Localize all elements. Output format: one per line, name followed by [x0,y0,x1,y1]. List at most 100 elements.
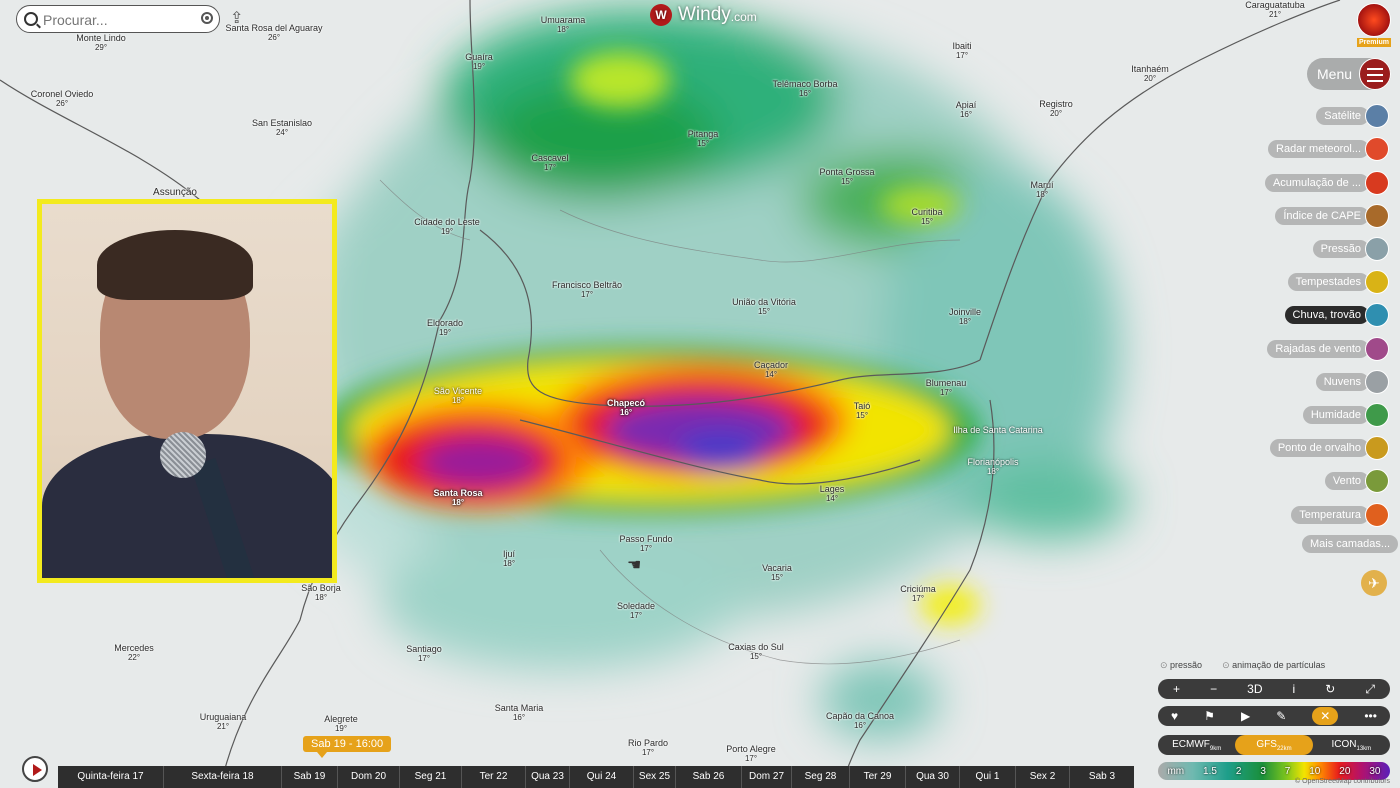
city-label[interactable]: Ijuí 18° [503,549,515,569]
pressure-toggle[interactable]: pressão [1160,660,1202,671]
fullscreen-icon[interactable]: ⤢ [1365,682,1375,697]
layer-pressure[interactable]: Pressão [1312,236,1389,262]
city-label[interactable]: Ibaiti 17° [952,41,971,61]
3d-button[interactable]: 3D [1247,682,1262,696]
city-label[interactable]: Pitanga 15° [688,129,719,149]
city-label[interactable]: Lages 14° [820,484,845,504]
zoom-out-button[interactable]: − [1210,682,1217,696]
city-label[interactable]: Blumenau 17° [926,378,967,398]
city-label[interactable]: Rio Pardo 17° [628,738,668,758]
heart-icon[interactable]: ♥ [1171,709,1178,723]
city-label[interactable]: São Borja 18° [301,583,341,603]
layer-humidity[interactable]: Humidade [1302,402,1389,428]
city-label[interactable]: Criciúma 17° [900,584,936,604]
upload-icon[interactable]: ⇪ [230,8,243,28]
city-label[interactable]: Santa Rosa 18° [433,488,482,508]
city-label[interactable]: San Estanislao 24° [252,118,312,138]
city-label[interactable]: Cidade do Leste 19° [414,217,480,237]
windy-logo[interactable]: W Windy .com [650,4,757,26]
timeline-day[interactable]: Seg 28 [792,766,850,788]
city-label[interactable]: Curitiba 15° [911,207,942,227]
city-label[interactable]: Joinville 18° [949,307,981,327]
city-label[interactable]: Taió 15° [854,401,871,421]
zoom-in-button[interactable]: + [1173,682,1180,696]
menu-button[interactable]: Menu [1307,58,1391,90]
city-label[interactable]: Vacaria 15° [762,563,792,583]
city-label[interactable]: Maruí 18° [1030,180,1053,200]
city-label[interactable]: Apiaí 16° [956,100,977,120]
timeline-day[interactable]: Qua 23 [526,766,570,788]
city-label[interactable]: Ilha de Santa Catarina [953,425,1043,435]
city-label[interactable]: Coronel Oviedo 26° [31,89,94,109]
timeline-day[interactable]: Sab 19 [282,766,338,788]
city-label[interactable]: Alegrete 19° [324,714,358,734]
refresh-icon[interactable]: ↻ [1325,682,1335,696]
timeline-day[interactable]: Sexta-feira 18 [164,766,282,788]
city-label[interactable]: São Vicente 18° [434,386,482,406]
search-input[interactable] [41,10,195,30]
city-label[interactable]: Itanhaém 20° [1131,64,1169,84]
timeline-day[interactable]: Sex 25 [634,766,676,788]
more-icon[interactable]: ••• [1364,709,1377,723]
layer-storms[interactable]: Tempestades [1287,269,1389,295]
timeline-day[interactable]: Qui 24 [570,766,634,788]
city-label[interactable]: Registro 20° [1039,99,1073,119]
particles-toggle[interactable]: animação de partículas [1222,660,1325,671]
city-label[interactable]: Mercedes 22° [114,643,154,663]
city-label[interactable]: Chapecó 16° [607,398,645,418]
layer-rain-thunder[interactable]: Chuva, trovão [1284,302,1389,328]
timeline-day[interactable]: Qua 30 [906,766,960,788]
city-label[interactable]: Assunção [153,188,197,198]
city-label[interactable]: Santa Maria 16° [495,703,544,723]
timeline[interactable]: Quinta-feira 17 Sexta-feira 18 Sab 19 Do… [58,766,1134,788]
layer-accumulation[interactable]: Acumulação de ... [1264,170,1389,196]
close-icon[interactable]: ✕ [1312,707,1339,725]
city-label[interactable]: Caraguatatuba 21° [1245,0,1305,20]
layer-satellite[interactable]: Satélite [1316,103,1389,129]
timeline-day[interactable]: Sex 2 [1016,766,1070,788]
airplane-icon[interactable]: ✈ [1361,570,1387,596]
premium-avatar[interactable]: Premium [1357,3,1391,47]
timeline-day[interactable]: Seg 21 [400,766,462,788]
city-label[interactable]: Soledade 17° [617,601,655,621]
timeline-day[interactable]: Qui 1 [960,766,1016,788]
city-label[interactable]: União da Vitória 15° [732,297,796,317]
city-label[interactable]: Francisco Beltrão 17° [552,280,622,300]
avatar[interactable] [1357,3,1391,37]
city-label[interactable]: Guaíra 19° [465,52,493,72]
city-label[interactable]: Capão da Canoa 16° [826,711,894,731]
play-button[interactable] [22,756,48,782]
layer-dew-point[interactable]: Ponto de orvalho [1269,435,1389,461]
layer-wind[interactable]: Vento [1324,468,1389,494]
city-label[interactable]: Santiago 17° [406,644,442,664]
layer-gusts[interactable]: Rajadas de vento [1267,336,1389,362]
city-label[interactable]: Florianópolis 18° [967,457,1018,477]
model-ecmwf[interactable]: ECMWF9km [1158,735,1235,755]
layer-cape[interactable]: Índice de CAPE [1275,203,1389,229]
city-label[interactable]: Monte Lindo 29° [76,33,126,53]
model-icon[interactable]: ICON13km [1313,735,1390,755]
city-label[interactable]: Eldorado 19° [427,318,463,338]
model-gfs[interactable]: GFS22km [1235,735,1313,755]
edit-icon[interactable]: ✎ [1276,709,1286,723]
timeline-day[interactable]: Ter 29 [850,766,906,788]
timeline-day[interactable]: Ter 22 [462,766,526,788]
info-icon[interactable]: i [1293,682,1296,696]
timeline-day[interactable]: Sab 3 [1070,766,1134,788]
layer-clouds[interactable]: Nuvens [1315,369,1389,395]
layer-radar[interactable]: Radar meteorol... [1268,136,1389,162]
map-credit[interactable]: © OpenStreetMap contributors [1295,778,1390,785]
flag-icon[interactable]: ⚑ [1204,709,1215,723]
layer-temperature[interactable]: Temperatura [1291,502,1389,528]
timeline-day[interactable]: Dom 27 [742,766,792,788]
more-layers-button[interactable]: Mais camadas... [1302,535,1399,553]
city-label[interactable]: Passo Fundo 17° [619,534,672,554]
time-badge[interactable]: Sab 19 - 16:00 [303,736,392,758]
hamburger-icon[interactable] [1359,58,1391,90]
locate-icon[interactable] [201,12,213,24]
city-label[interactable]: Caçador 14° [754,360,788,380]
city-label[interactable]: Telêmaco Borba 16° [772,79,837,99]
city-label[interactable]: Cascavel 17° [531,153,568,173]
timeline-day[interactable]: Dom 20 [338,766,400,788]
city-label[interactable]: Porto Alegre 17° [726,744,776,764]
